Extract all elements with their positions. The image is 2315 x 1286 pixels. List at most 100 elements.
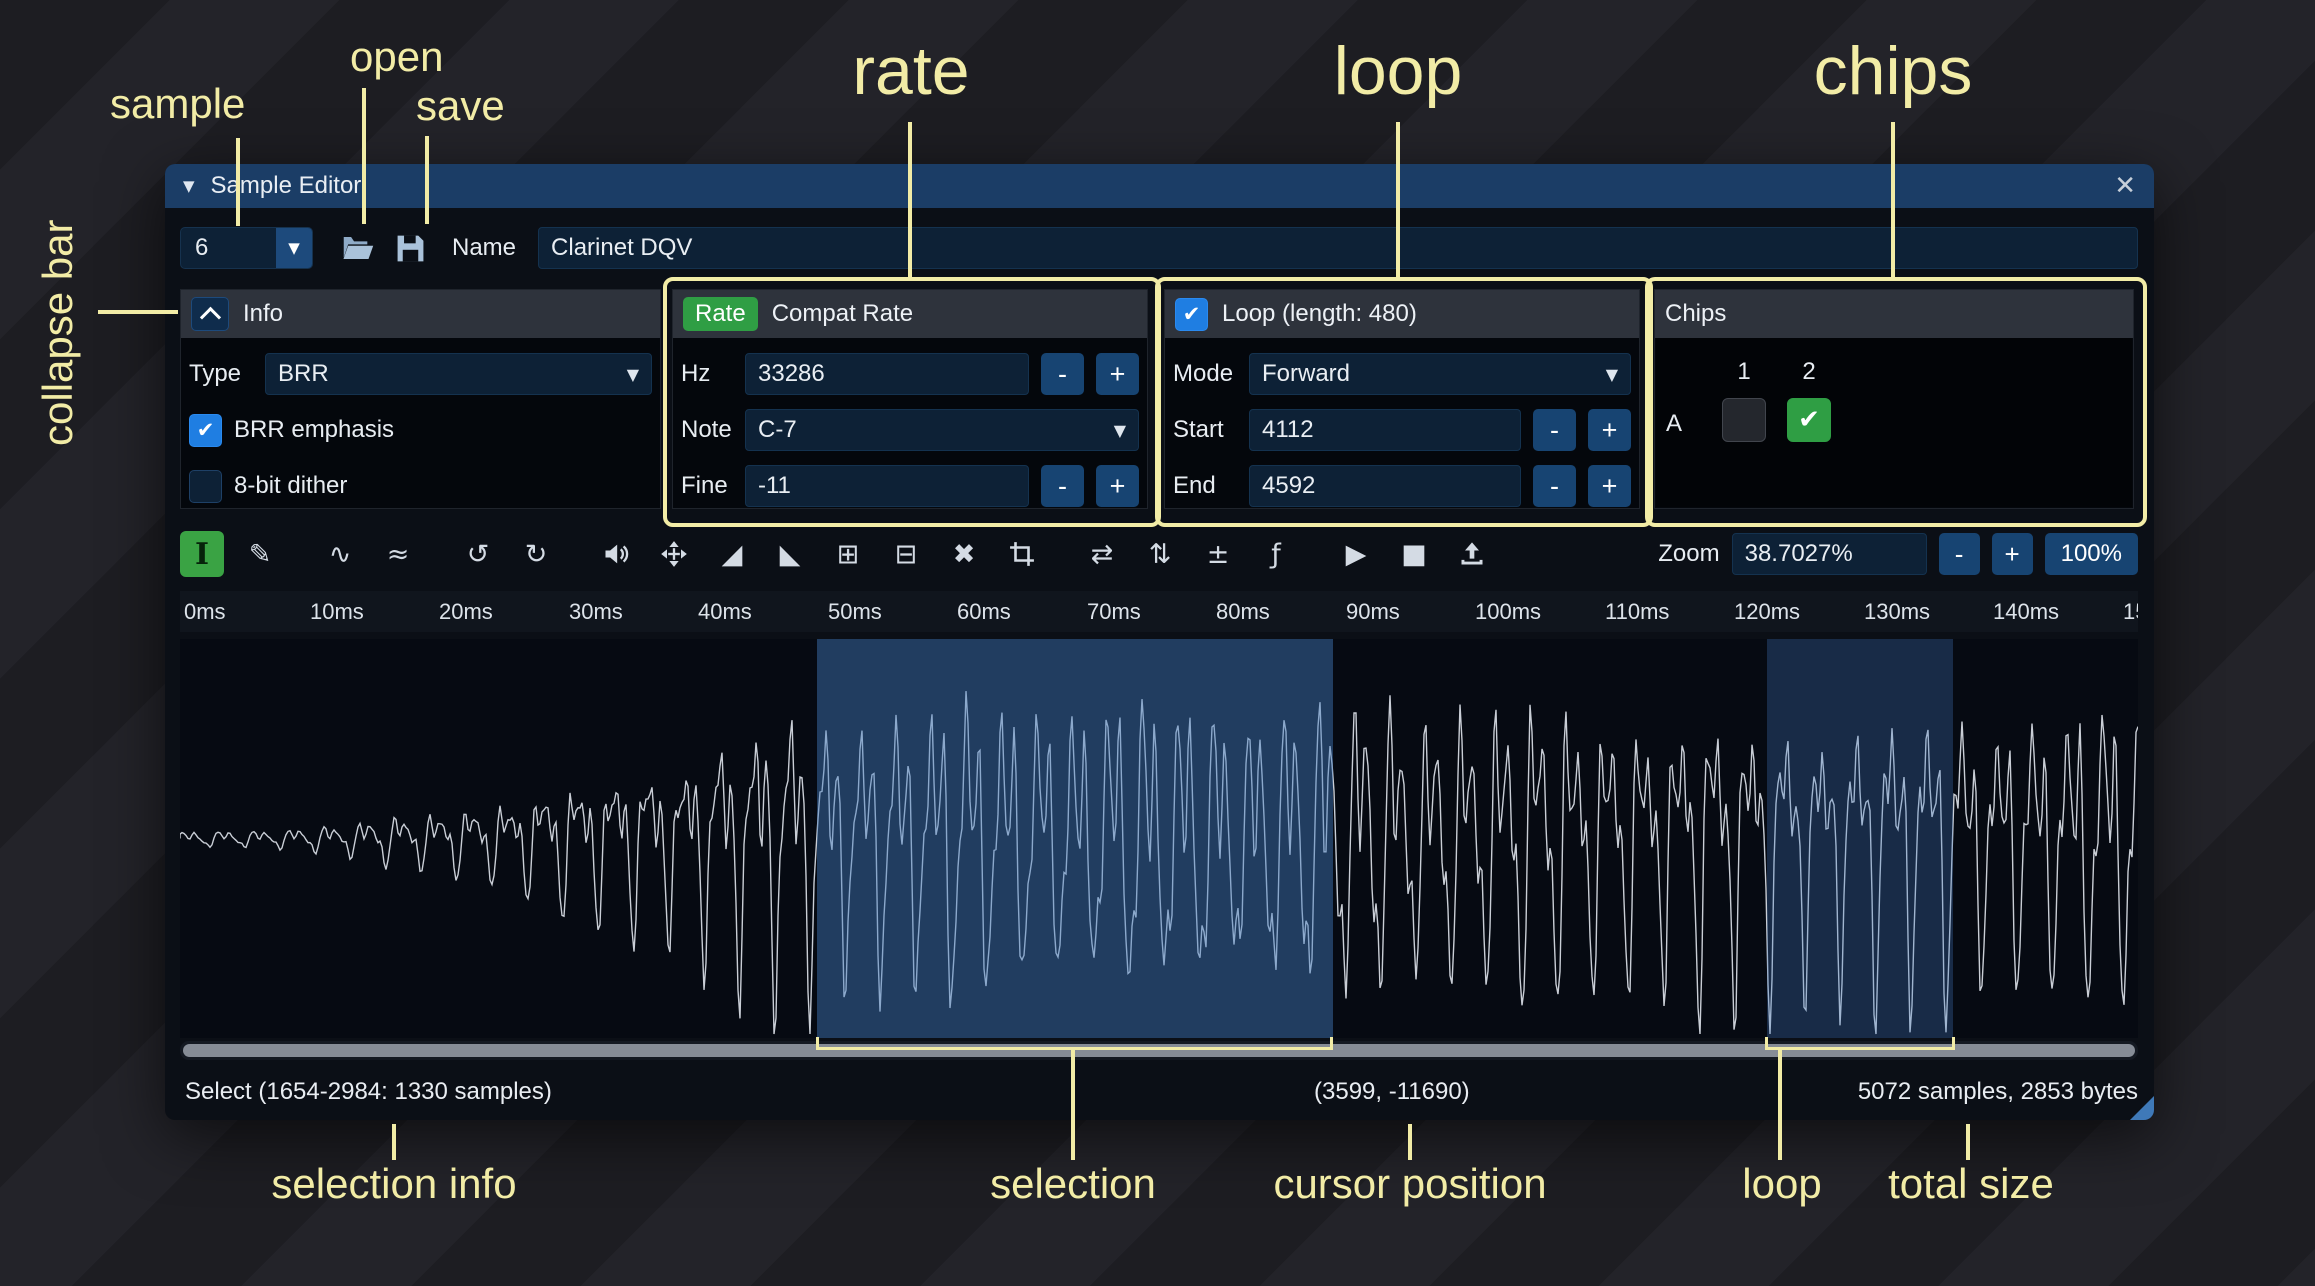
invert-button[interactable]: ⇅ <box>1138 531 1182 577</box>
redo-icon: ↻ <box>525 539 548 570</box>
ruler-label: 130ms <box>1864 599 1930 625</box>
annotation-line-cursor-position <box>1408 1124 1412 1160</box>
fade-out-button[interactable]: ◣ <box>768 531 812 577</box>
annotation-line-loop <box>1396 122 1400 278</box>
8bit-dither-checkbox[interactable] <box>189 470 222 503</box>
resize-grip[interactable] <box>2130 1096 2154 1120</box>
brr-emphasis-checkbox[interactable]: ✔ <box>189 414 222 447</box>
ruler-label: 30ms <box>569 599 623 625</box>
fade-in-button[interactable]: ◢ <box>710 531 754 577</box>
chips-highlight-box <box>1645 277 2147 527</box>
insert-silence-icon: ⊞ <box>837 539 860 570</box>
fade-out-icon: ◣ <box>780 539 801 570</box>
annotation-sample: sample <box>110 80 245 128</box>
fade-in-icon: ◢ <box>722 539 743 570</box>
info-panel-header: Info <box>181 290 660 338</box>
edit-cursor-button[interactable]: I <box>180 531 224 577</box>
annotation-loop: loop <box>1334 32 1463 110</box>
annotation-rate: rate <box>852 32 969 110</box>
open-button[interactable] <box>339 227 375 269</box>
info-panel-title: Info <box>243 300 283 328</box>
annotation-line-selection <box>1071 1049 1075 1160</box>
sample-select-value: 6 <box>181 234 276 262</box>
trim-button[interactable] <box>1000 531 1044 577</box>
annotation-line-total-size <box>1966 1124 1970 1160</box>
preview-play-button[interactable]: ▶ <box>1334 531 1378 577</box>
rate-highlight-box <box>663 277 1161 527</box>
normalize-button[interactable] <box>652 531 696 577</box>
ruler-label: 140ms <box>1993 599 2059 625</box>
zoom-input[interactable]: 38.7027% <box>1732 533 1927 575</box>
ruler-label: 0ms <box>184 599 226 625</box>
delete-button[interactable]: ✖ <box>942 531 986 577</box>
resample-button[interactable]: ∿ <box>318 531 362 577</box>
window-collapse-icon[interactable]: ▼ <box>183 177 195 195</box>
filter-icon: ƒ <box>1271 539 1281 570</box>
status-bar: Select (1654-2984: 1330 samples) (3599, … <box>180 1066 2138 1116</box>
zoom-label: Zoom <box>1658 540 1719 568</box>
annotation-chips: chips <box>1814 32 1973 110</box>
chevron-down-icon: ▼ <box>627 365 639 384</box>
annotation-line-chips <box>1891 122 1895 278</box>
ruler-label: 150 <box>2123 599 2138 625</box>
annotation-open: open <box>350 33 443 81</box>
stop-icon: ■ <box>1401 539 1427 570</box>
create-wave-button[interactable]: ≈ <box>376 531 420 577</box>
reverse-icon: ⇄ <box>1091 539 1114 570</box>
annotation-line-collapse-bar <box>98 310 178 314</box>
annotation-collapse-bar: collapse bar <box>34 188 82 446</box>
titlebar[interactable]: ▼ Sample Editor ✕ <box>165 164 2154 208</box>
ruler-label: 100ms <box>1475 599 1541 625</box>
info-panel: Info Type BRR ▼ ✔ BRR emphasis 8-bit dit… <box>180 289 661 509</box>
speaker-icon <box>602 540 630 568</box>
zoom-out-button[interactable]: - <box>1939 533 1980 575</box>
collapse-bar-button[interactable] <box>191 297 229 331</box>
type-dropdown-value: BRR <box>278 360 329 388</box>
sample-row: 6 ▼ Name Clarinet DQV <box>180 227 2138 269</box>
name-input[interactable]: Clarinet DQV <box>538 227 2138 269</box>
type-dropdown[interactable]: BRR ▼ <box>265 353 652 395</box>
redo-button[interactable]: ↻ <box>514 531 558 577</box>
chevron-down-icon: ▼ <box>288 239 300 257</box>
invert-icon: ⇅ <box>1149 539 1172 570</box>
brr-emphasis-label: BRR emphasis <box>234 416 394 444</box>
annotation-total-size: total size <box>1888 1160 2054 1208</box>
insert-silence-button[interactable]: ⊞ <box>826 531 870 577</box>
amplify-button[interactable] <box>594 531 638 577</box>
selection-region[interactable] <box>817 639 1333 1038</box>
save-floppy-icon <box>395 233 426 264</box>
apply-silence-icon: ⊟ <box>895 539 918 570</box>
ruler-label: 80ms <box>1216 599 1270 625</box>
annotation-line-selection-info <box>392 1124 396 1160</box>
apply-silence-button[interactable]: ⊟ <box>884 531 928 577</box>
sign-button[interactable]: ± <box>1196 531 1240 577</box>
zoom-reset-button[interactable]: 100% <box>2045 533 2138 575</box>
annotation-selection: selection <box>990 1160 1156 1208</box>
zoom-in-button[interactable]: + <box>1992 533 2033 575</box>
preview-stop-button[interactable]: ■ <box>1392 531 1436 577</box>
upload-button[interactable] <box>1450 531 1494 577</box>
filter-button[interactable]: ƒ <box>1254 531 1298 577</box>
ruler-label: 20ms <box>439 599 493 625</box>
draw-button[interactable]: ✎ <box>238 531 282 577</box>
ruler-label: 90ms <box>1346 599 1400 625</box>
annotation-cursor-position: cursor position <box>1273 1160 1546 1208</box>
cursor-position-text: (3599, -11690) <box>1314 1078 1470 1106</box>
time-ruler: 0ms 10ms 20ms 30ms 40ms 50ms 60ms 70ms 8… <box>180 591 2138 632</box>
waveform-view[interactable] <box>180 639 2138 1038</box>
undo-button[interactable]: ↺ <box>456 531 500 577</box>
annotation-selection-info: selection info <box>271 1160 516 1208</box>
four-arrows-icon <box>660 540 688 568</box>
sample-toolbar: I ✎ ∿ ≈ ↺ ↻ <box>180 529 2138 579</box>
annotation-line-sample <box>236 138 240 226</box>
sine-wave-icon: ∿ <box>329 539 352 570</box>
sample-select[interactable]: 6 ▼ <box>180 227 313 269</box>
close-icon[interactable]: ✕ <box>2114 171 2136 201</box>
play-icon: ▶ <box>1346 539 1367 570</box>
save-button[interactable] <box>395 227 426 269</box>
selection-info-text: Select (1654-2984: 1330 samples) <box>185 1078 552 1106</box>
reverse-button[interactable]: ⇄ <box>1080 531 1124 577</box>
type-label: Type <box>189 360 253 388</box>
name-input-value: Clarinet DQV <box>551 234 692 262</box>
ruler-label: 70ms <box>1087 599 1141 625</box>
